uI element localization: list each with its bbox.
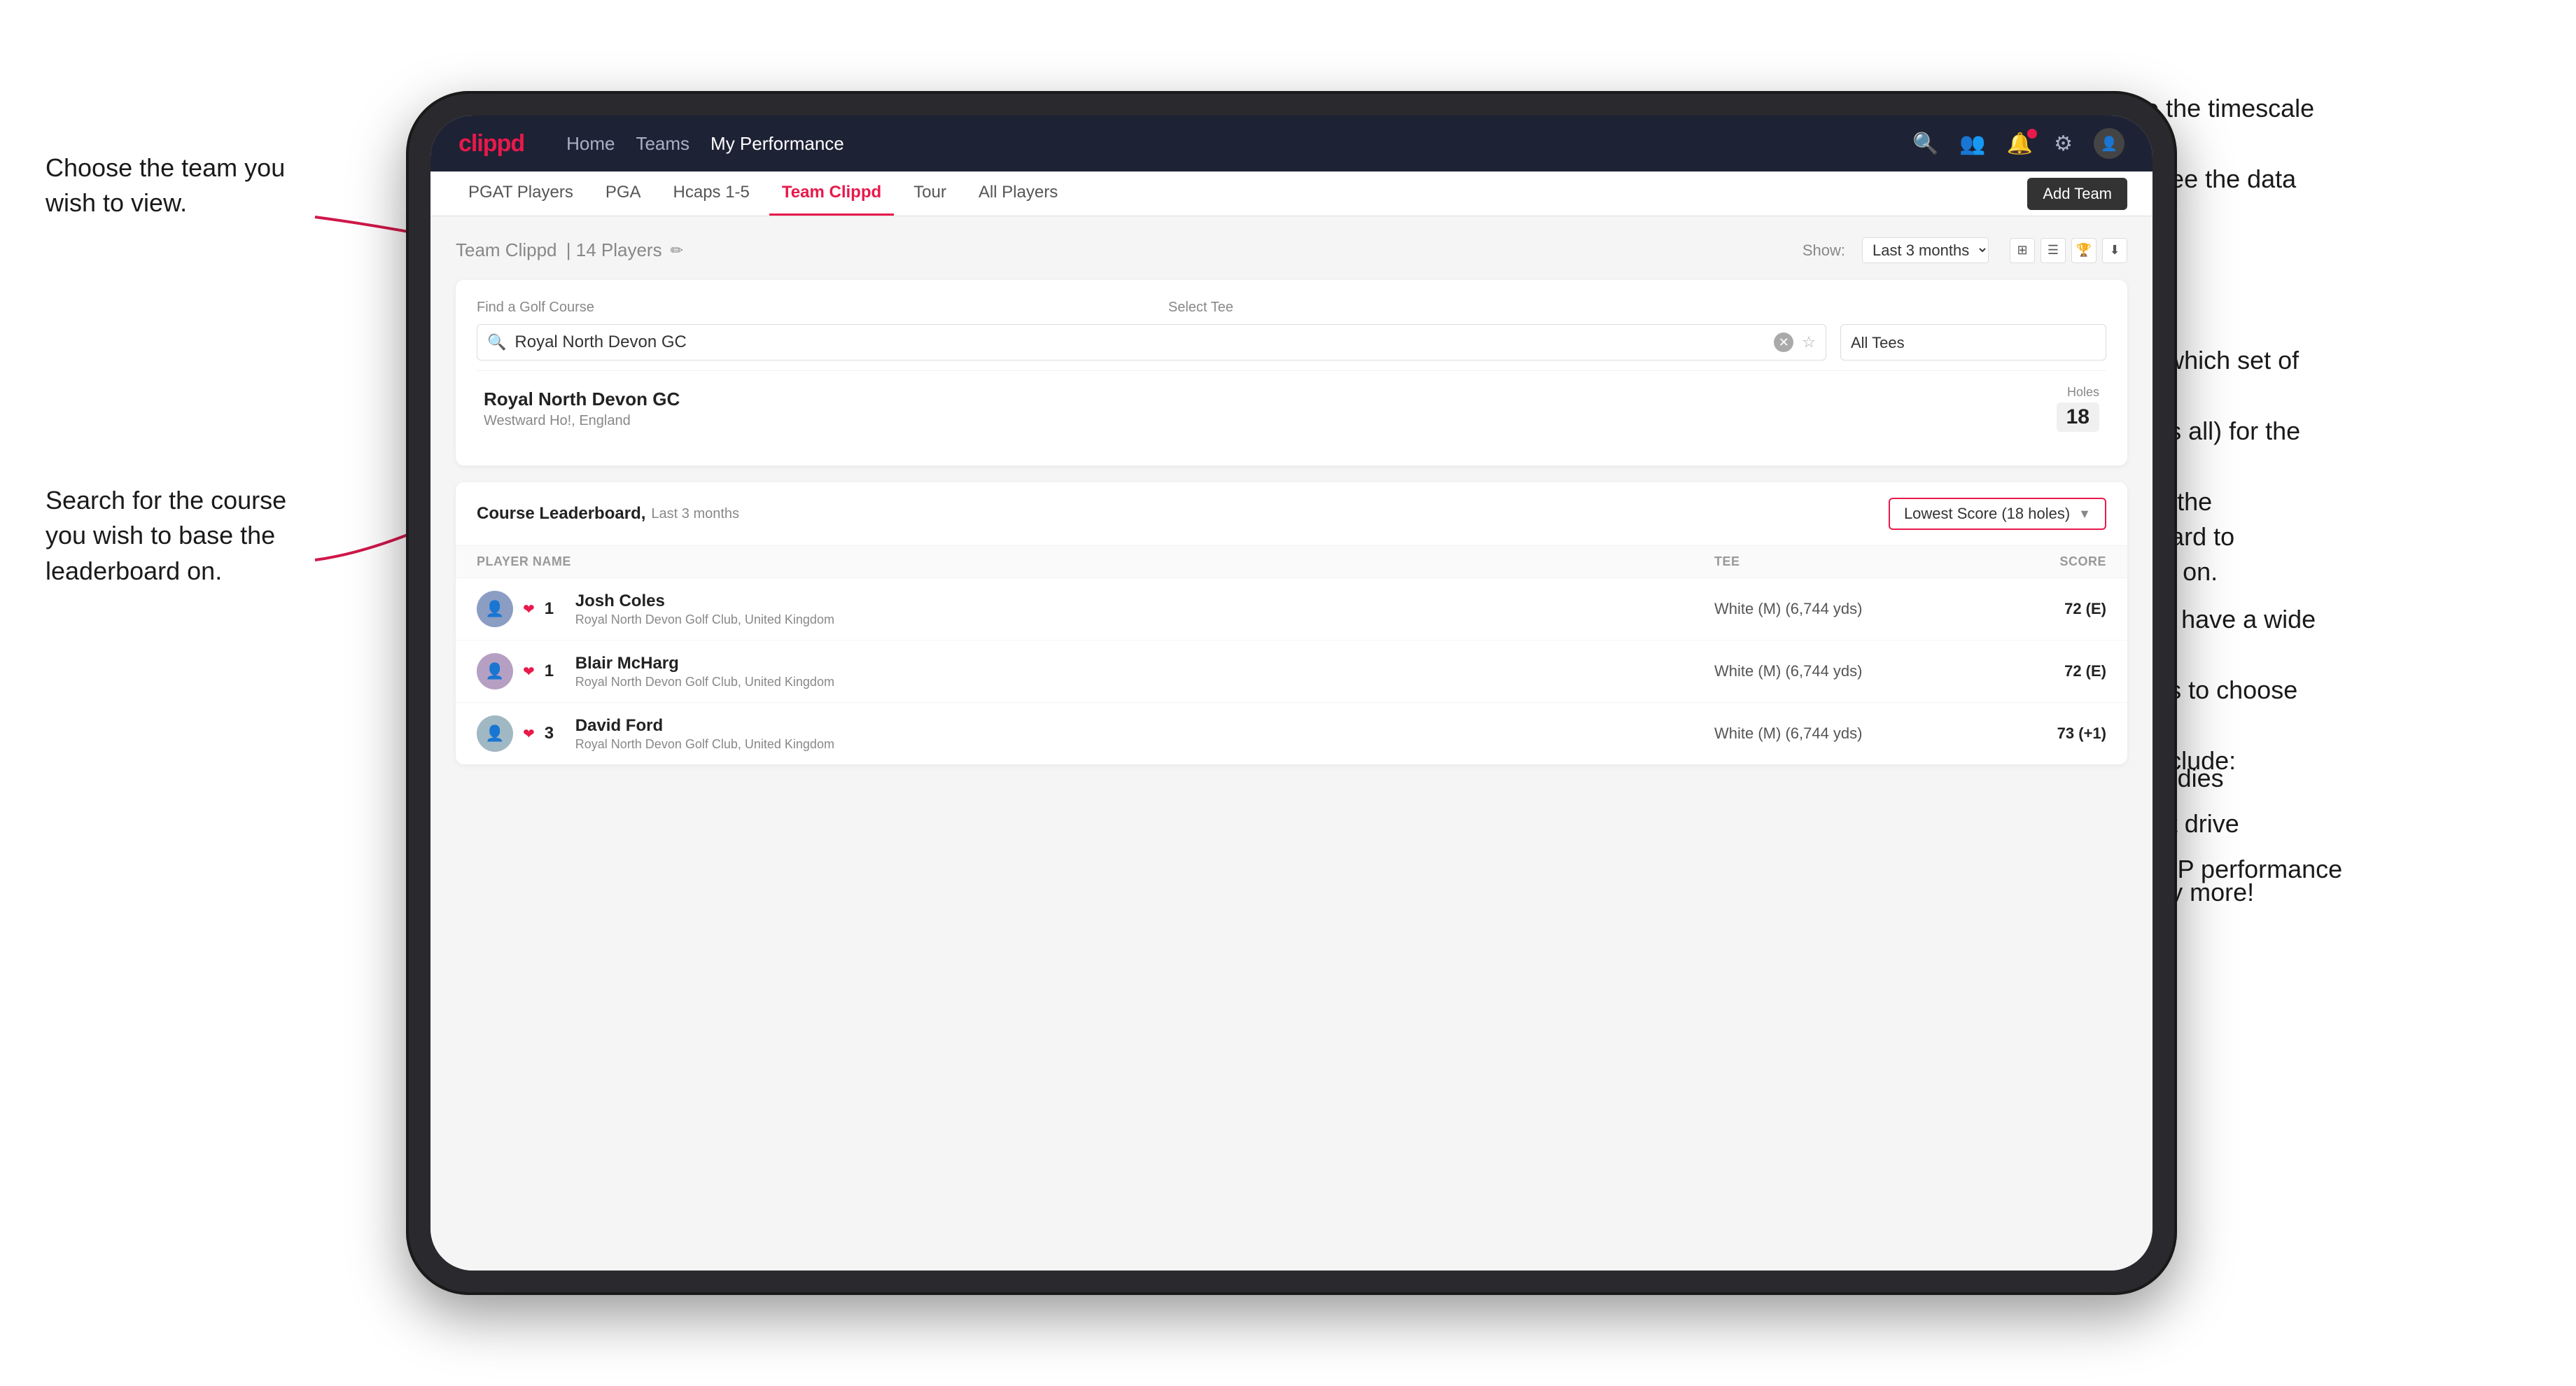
nav-teams[interactable]: Teams [636, 133, 690, 155]
tab-team-clippd[interactable]: Team Clippd [769, 172, 894, 216]
rank-2: 1 [545, 662, 566, 681]
view-icons: ⊞ ☰ 🏆 ⬇ [2010, 238, 2127, 263]
score-type-chevron-icon: ▼ [2078, 507, 2091, 522]
trophy-view-button[interactable]: 🏆 [2071, 238, 2096, 263]
score-type-label: Lowest Score (18 holes) [1904, 505, 2070, 523]
course-result: Royal North Devon GC Westward Ho!, Engla… [477, 370, 2106, 446]
score-cell-1: 72 (E) [1994, 600, 2106, 618]
leaderboard-subtitle: Last 3 months [651, 506, 739, 522]
annotation-top-left: Choose the team you wish to view. [46, 150, 285, 221]
leaderboard-card: Course Leaderboard, Last 3 months Lowest… [456, 482, 2127, 764]
player-info-2: Blair McHarg Royal North Devon Golf Club… [575, 654, 834, 690]
list-view-button[interactable]: ☰ [2040, 238, 2066, 263]
select-tee-label: Select Tee [1168, 300, 1233, 316]
leaderboard-title: Course Leaderboard, [477, 504, 645, 524]
nav-my-performance[interactable]: My Performance [710, 133, 844, 155]
player-club-1: Royal North Devon Golf Club, United King… [575, 612, 834, 627]
tab-pgat-players[interactable]: PGAT Players [456, 172, 586, 216]
table-row: 👤 ❤ 1 Blair McHarg Royal North Devon Gol… [456, 640, 2127, 703]
search-clear-button[interactable]: ✕ [1774, 332, 1793, 352]
player-name-3: David Ford [575, 716, 834, 736]
player-info-1: Josh Coles Royal North Devon Golf Club, … [575, 592, 834, 627]
navbar-right: 🔍 👥 🔔 ⚙ 👤 [1912, 128, 2124, 159]
avatar-2: 👤 [477, 653, 513, 690]
search-row: 🔍 ✕ ☆ All Tees [477, 324, 2106, 360]
tee-select[interactable]: All Tees [1840, 324, 2106, 360]
search-icon-small: 🔍 [487, 333, 506, 351]
tab-tour[interactable]: Tour [901, 172, 959, 216]
find-course-label: Find a Golf Course [477, 300, 594, 316]
main-content: Team Clippd | 14 Players ✏ Show: Last 3 … [430, 216, 2152, 1270]
nav-home[interactable]: Home [566, 133, 615, 155]
heart-icon-3[interactable]: ❤ [523, 725, 535, 743]
score-cell-2: 72 (E) [1994, 662, 2106, 680]
player-cell-1: 👤 ❤ 1 Josh Coles Royal North Devon Golf … [477, 591, 1714, 627]
navbar: clippd Home Teams My Performance 🔍 👥 🔔 ⚙… [430, 115, 2152, 172]
tab-hcaps[interactable]: Hcaps 1-5 [661, 172, 762, 216]
col-score: SCORE [1994, 554, 2106, 569]
course-name: Royal North Devon GC [484, 388, 680, 410]
player-club-3: Royal North Devon Golf Club, United King… [575, 737, 834, 752]
tabs-bar: PGAT Players PGA Hcaps 1-5 Team Clippd T… [430, 172, 2152, 216]
annotation-mid-left: Search for the course you wish to base t… [46, 483, 286, 589]
player-name-1: Josh Coles [575, 592, 834, 611]
leaderboard-table: PLAYER NAME TEE SCORE 👤 ❤ 1 Josh Coles [456, 546, 2127, 764]
col-player-name: PLAYER NAME [477, 554, 1714, 569]
rank-3: 3 [545, 724, 566, 743]
player-cell-2: 👤 ❤ 1 Blair McHarg Royal North Devon Gol… [477, 653, 1714, 690]
team-header: Team Clippd | 14 Players ✏ Show: Last 3 … [456, 237, 2127, 263]
tee-cell-2: White (M) (6,744 yds) [1714, 662, 1994, 680]
search-icon[interactable]: 🔍 [1912, 132, 1938, 156]
player-cell-3: 👤 ❤ 3 David Ford Royal North Devon Golf … [477, 715, 1714, 752]
heart-icon-2[interactable]: ❤ [523, 663, 535, 680]
tab-pga[interactable]: PGA [593, 172, 654, 216]
tee-select-wrap: All Tees [1840, 324, 2106, 360]
search-card-labels: Find a Golf Course Select Tee [477, 300, 2106, 316]
star-icon[interactable]: ☆ [1802, 333, 1816, 351]
app-logo: clippd [458, 130, 524, 158]
settings-icon[interactable]: ⚙ [2054, 132, 2073, 156]
tablet-screen: clippd Home Teams My Performance 🔍 👥 🔔 ⚙… [430, 115, 2152, 1270]
bell-icon[interactable]: 🔔 [2007, 132, 2033, 156]
player-club-2: Royal North Devon Golf Club, United King… [575, 675, 834, 690]
leaderboard-table-header: PLAYER NAME TEE SCORE [456, 546, 2127, 578]
course-location: Westward Ho!, England [484, 413, 680, 429]
course-result-info: Royal North Devon GC Westward Ho!, Engla… [484, 388, 680, 429]
show-select[interactable]: Last 3 months [1862, 237, 1989, 263]
course-search-card: Find a Golf Course Select Tee 🔍 ✕ ☆ All … [456, 280, 2127, 465]
edit-icon[interactable]: ✏ [671, 241, 683, 260]
course-search-wrap[interactable]: 🔍 ✕ ☆ [477, 324, 1826, 360]
holes-number: 18 [2057, 402, 2099, 432]
nav-menu: Home Teams My Performance [566, 133, 844, 155]
score-type-dropdown[interactable]: Lowest Score (18 holes) ▼ [1889, 498, 2106, 530]
holes-label: Holes [2057, 385, 2099, 400]
add-team-button[interactable]: Add Team [2027, 178, 2127, 210]
avatar-3: 👤 [477, 715, 513, 752]
tab-all-players[interactable]: All Players [966, 172, 1070, 216]
show-label: Show: [1802, 241, 1845, 260]
avatar-1: 👤 [477, 591, 513, 627]
download-button[interactable]: ⬇ [2102, 238, 2127, 263]
grid-view-button[interactable]: ⊞ [2010, 238, 2035, 263]
leaderboard-header: Course Leaderboard, Last 3 months Lowest… [456, 482, 2127, 546]
tee-cell-3: White (M) (6,744 yds) [1714, 724, 1994, 743]
user-avatar[interactable]: 👤 [2094, 128, 2124, 159]
rank-1: 1 [545, 599, 566, 619]
course-search-input[interactable] [514, 332, 1765, 352]
team-title: Team Clippd | 14 Players [456, 239, 662, 261]
player-info-3: David Ford Royal North Devon Golf Club, … [575, 716, 834, 752]
tablet-shell: clippd Home Teams My Performance 🔍 👥 🔔 ⚙… [406, 91, 2177, 1295]
tee-cell-1: White (M) (6,744 yds) [1714, 600, 1994, 618]
table-row: 👤 ❤ 1 Josh Coles Royal North Devon Golf … [456, 578, 2127, 640]
course-holes: Holes 18 [2057, 385, 2099, 432]
table-row: 👤 ❤ 3 David Ford Royal North Devon Golf … [456, 703, 2127, 764]
player-name-2: Blair McHarg [575, 654, 834, 673]
score-cell-3: 73 (+1) [1994, 724, 2106, 743]
people-icon[interactable]: 👥 [1959, 132, 1985, 156]
heart-icon-1[interactable]: ❤ [523, 601, 535, 618]
col-tee: TEE [1714, 554, 1994, 569]
